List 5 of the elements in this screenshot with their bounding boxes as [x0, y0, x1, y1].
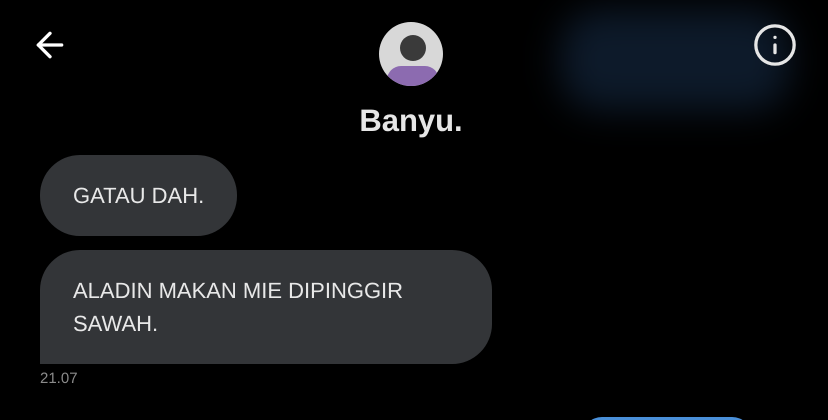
message-bubble: ALADIN MAKAN MIE DIPINGGIR SAWAH. [40, 250, 492, 364]
timestamp: 21.07 [40, 369, 79, 389]
message-bubble: GATAU DAH. [40, 155, 238, 236]
contact-name: Banyu. [359, 102, 463, 140]
info-icon[interactable] [752, 22, 798, 68]
